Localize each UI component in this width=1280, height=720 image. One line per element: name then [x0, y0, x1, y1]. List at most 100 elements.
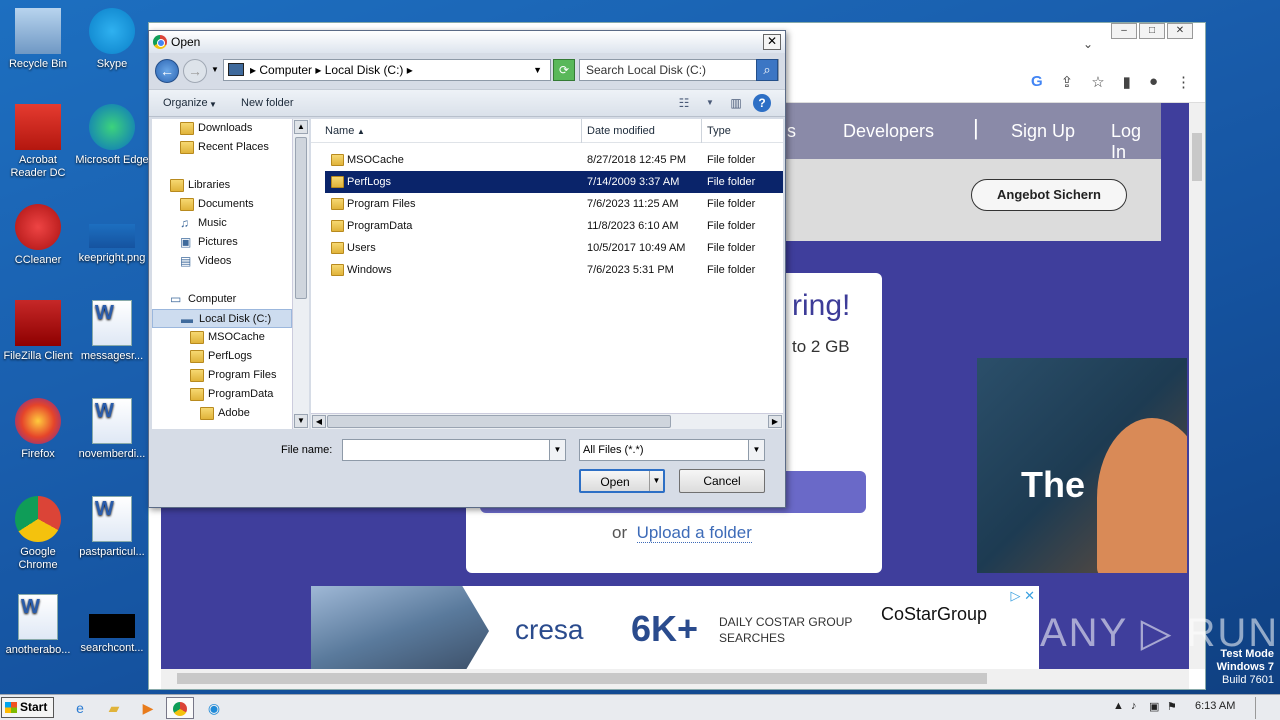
menu-kebab-icon[interactable]: ⋮	[1176, 73, 1191, 91]
nav-item[interactable]: ▣ Pictures	[152, 233, 292, 252]
nav-item[interactable]: Libraries	[152, 176, 292, 195]
file-name-input[interactable]: ▼	[342, 439, 566, 461]
breadcrumb-sep-2[interactable]: ▸	[315, 63, 324, 77]
file-row[interactable]: MSOCache 8/27/2018 12:45 PM File folder	[325, 149, 783, 171]
ad-banner[interactable]: cresa 6K+ DAILY COSTAR GROUP SEARCHES Co…	[311, 586, 1039, 669]
breadcrumb-local-disk[interactable]: Local Disk (C:)	[325, 63, 404, 77]
nav-item[interactable]: Documents	[152, 195, 292, 214]
scroll-up-arrow-icon[interactable]: ▲	[294, 120, 308, 134]
file-list-scrollbar[interactable]: ◀ ▶	[311, 413, 783, 429]
share-icon[interactable]: ⇪	[1061, 73, 1074, 91]
preview-pane-icon[interactable]: ▥	[727, 94, 745, 112]
tray-expand-icon[interactable]: ▲	[1113, 700, 1124, 712]
desktop-icon[interactable]: CCleaner	[0, 204, 76, 267]
chrome-taskbar-icon[interactable]	[166, 697, 194, 719]
file-row[interactable]: Users 10/5/2017 10:49 AM File folder	[325, 237, 783, 259]
file-type-select[interactable]: All Files (*.*) ▼	[579, 439, 765, 461]
file-row[interactable]: Program Files 7/6/2023 11:25 AM File folde…	[325, 193, 783, 215]
desktop-icon[interactable]: FileZilla Client	[0, 300, 76, 363]
organize-dropdown-icon[interactable]: ▼	[209, 100, 217, 109]
desktop-icon[interactable]: Microsoft Edge	[74, 104, 150, 167]
organize-button[interactable]: Organize	[163, 97, 208, 109]
nav-item[interactable]: ♫ Music	[152, 214, 292, 233]
file-row[interactable]: ProgramData 11/8/2023 6:10 AM File folder	[325, 215, 783, 237]
column-divider[interactable]	[701, 119, 702, 143]
open-split-dropdown-icon[interactable]: ▼	[649, 471, 663, 491]
dialog-close-button[interactable]: ✕	[763, 34, 781, 50]
address-bar[interactable]: ▸ Computer ▸ Local Disk (C:) ▸ ▼	[223, 59, 551, 81]
sidepanel-icon[interactable]: ▮	[1123, 73, 1131, 91]
nav-item[interactable]: ▭ Computer	[152, 290, 292, 309]
nav-login-link[interactable]: Log In	[1111, 121, 1161, 163]
open-button[interactable]: Open ▼	[579, 469, 665, 493]
view-options-icon[interactable]: ☷	[675, 94, 693, 112]
volume-icon[interactable]: ♪	[1131, 700, 1137, 712]
new-folder-button[interactable]: New folder	[241, 97, 294, 109]
desktop-icon[interactable]: Wanotherabo...	[0, 594, 76, 657]
flag-icon[interactable]: ⚑	[1167, 700, 1177, 713]
search-input[interactable]: Search Local Disk (C:) ⌕	[579, 59, 779, 81]
refresh-icon[interactable]: ⟳	[553, 59, 575, 81]
search-icon[interactable]: ⌕	[756, 59, 778, 81]
view-dropdown-icon[interactable]: ▼	[701, 94, 719, 112]
page-scrollbar-horizontal[interactable]	[161, 669, 1189, 689]
chevron-down-icon[interactable]: ⌄	[1083, 37, 1093, 51]
close-button[interactable]: ✕	[1167, 23, 1193, 39]
google-icon[interactable]: G	[1031, 73, 1043, 91]
column-name[interactable]: Name	[325, 125, 354, 137]
desktop-icon[interactable]: Wnovemberdi...	[74, 398, 150, 461]
file-row[interactable]: PerfLogs 7/14/2009 3:37 AM File folder	[325, 171, 783, 193]
nav-item[interactable]: Recent Places	[152, 138, 292, 157]
page-scrollbar-vertical[interactable]	[1189, 103, 1205, 669]
explorer-folder-icon[interactable]: ▰	[100, 697, 128, 719]
column-type[interactable]: Type	[707, 125, 731, 137]
file-name-dropdown-icon[interactable]: ▼	[549, 440, 565, 460]
forward-arrow-icon[interactable]: →	[183, 59, 207, 83]
nav-developers-link[interactable]: Developers	[843, 121, 934, 142]
scroll-down-arrow-icon[interactable]: ▼	[294, 414, 308, 428]
desktop-icon[interactable]: Wpastparticul...	[74, 496, 150, 559]
nav-item[interactable]: MSOCache	[152, 328, 292, 347]
upload-folder-link[interactable]: Upload a folder	[636, 523, 752, 543]
desktop-icon[interactable]: Wmessagesr...	[74, 300, 150, 363]
show-desktop-button[interactable]	[1255, 697, 1273, 719]
breadcrumb-computer[interactable]: Computer	[259, 63, 312, 77]
nav-item[interactable]: Adobe	[152, 404, 292, 423]
adchoices-icon[interactable]: ▷ ✕	[1010, 588, 1035, 604]
scroll-right-arrow-icon[interactable]: ▶	[768, 415, 782, 428]
network-icon[interactable]: ▣	[1149, 700, 1159, 713]
star-icon[interactable]: ☆	[1091, 73, 1104, 91]
desktop-icon[interactable]: Recycle Bin	[0, 8, 76, 71]
address-dropdown-icon[interactable]: ▼	[533, 60, 542, 80]
media-player-icon[interactable]: ▶	[134, 697, 162, 719]
clock[interactable]: 6:13 AM	[1195, 700, 1235, 712]
column-divider[interactable]	[581, 119, 582, 143]
ie-icon[interactable]: e	[66, 697, 94, 719]
column-date-modified[interactable]: Date modified	[587, 125, 655, 137]
file-row[interactable]: Windows 7/6/2023 5:31 PM File folder	[325, 259, 783, 281]
history-dropdown-icon[interactable]: ▼	[211, 65, 219, 74]
nav-item[interactable]: PerfLogs	[152, 347, 292, 366]
back-arrow-icon[interactable]: ←	[155, 59, 179, 83]
nav-signup-link[interactable]: Sign Up	[1011, 121, 1075, 142]
nav-scroll-thumb[interactable]	[295, 137, 307, 299]
desktop-icon[interactable]: searchcont...	[74, 594, 150, 655]
nav-item[interactable]: Downloads	[152, 119, 292, 138]
cancel-button[interactable]: Cancel	[679, 469, 765, 493]
maximize-button[interactable]: □	[1139, 23, 1165, 39]
breadcrumb-sep-1[interactable]: ▸	[250, 63, 259, 77]
minimize-button[interactable]: –	[1111, 23, 1137, 39]
desktop-icon[interactable]: Firefox	[0, 398, 76, 461]
file-scroll-thumb[interactable]	[327, 415, 671, 428]
desktop-icon[interactable]: keepright.png	[74, 204, 150, 265]
nav-item[interactable]: ▤ Videos	[152, 252, 292, 271]
edge-taskbar-icon[interactable]: ◉	[200, 697, 228, 719]
angebot-button[interactable]: Angebot Sichern	[971, 179, 1127, 211]
profile-icon[interactable]: ●	[1149, 73, 1158, 91]
help-icon[interactable]: ?	[753, 94, 771, 112]
breadcrumb-sep-3[interactable]: ▸	[407, 63, 413, 77]
scroll-left-arrow-icon[interactable]: ◀	[312, 415, 326, 428]
nav-item[interactable]: ProgramData	[152, 385, 292, 404]
start-button[interactable]: Start	[1, 697, 54, 718]
desktop-icon[interactable]: Skype	[74, 8, 150, 71]
